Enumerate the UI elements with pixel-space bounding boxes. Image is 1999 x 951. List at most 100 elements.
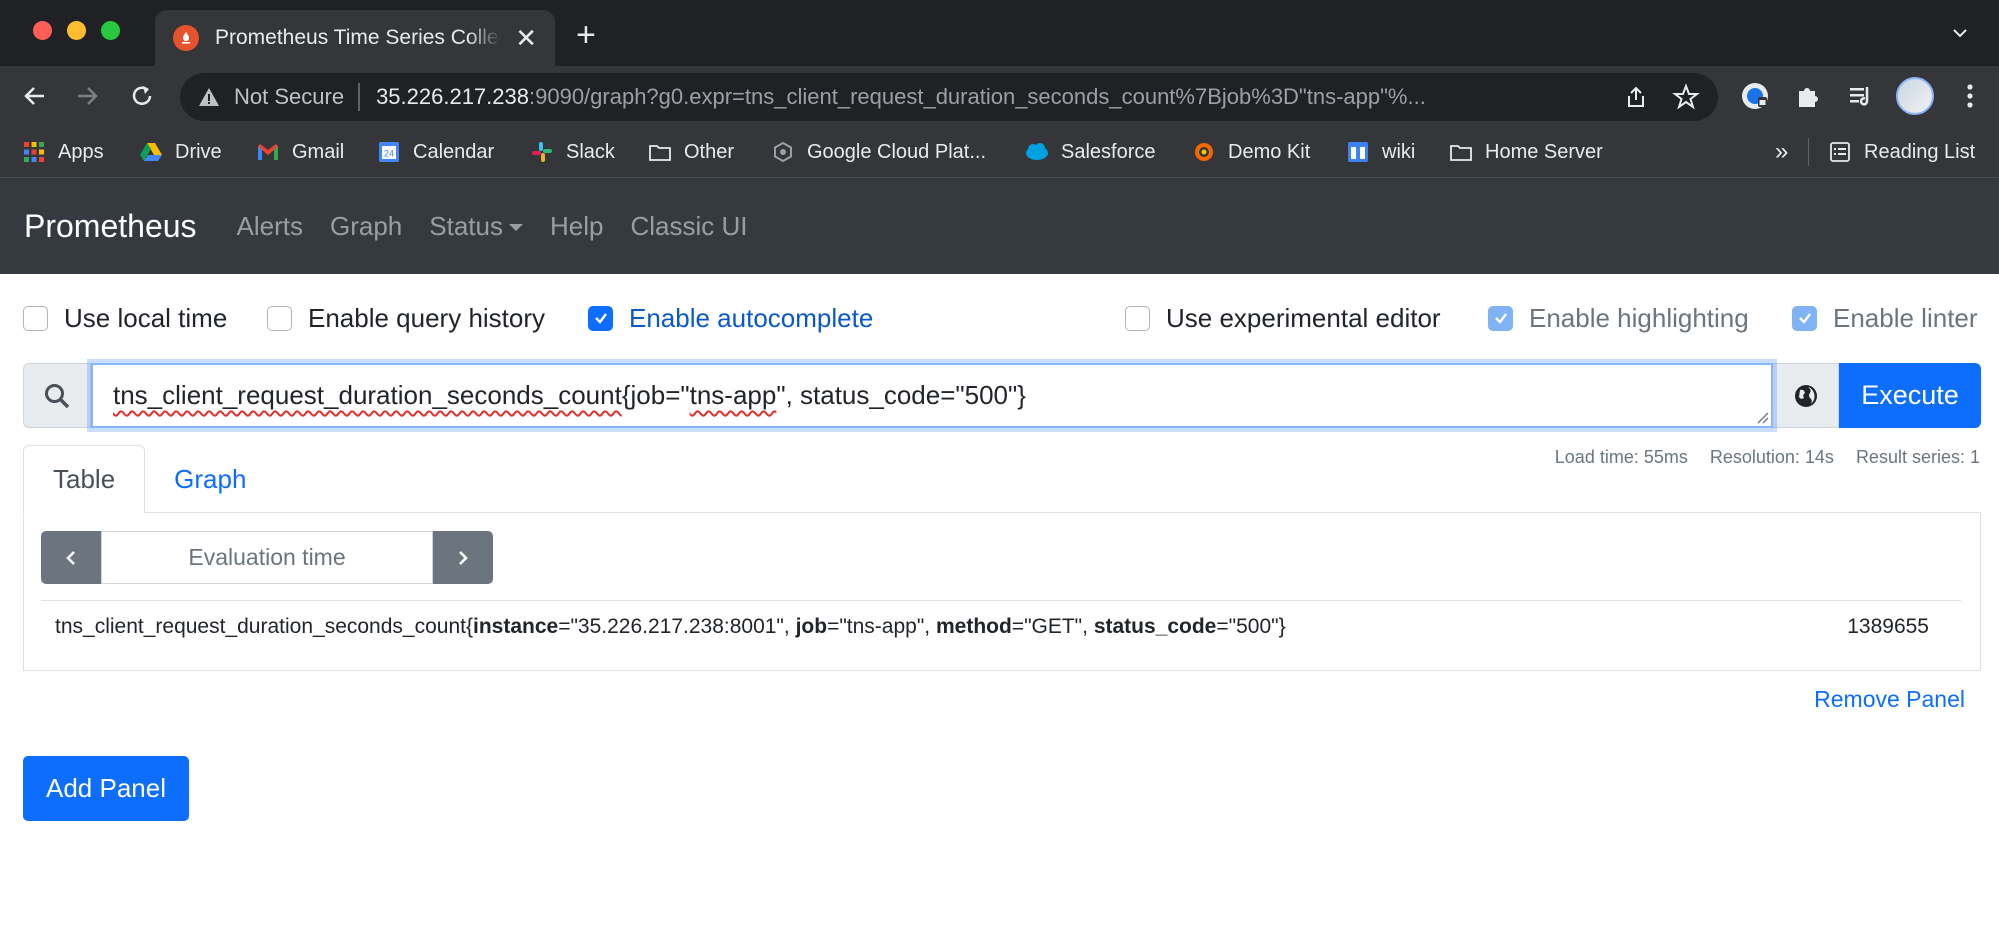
nav-help[interactable]: Help xyxy=(550,211,603,242)
browser-tab[interactable]: Prometheus Time Series Collection and Pr… xyxy=(155,10,555,66)
media-playlist-icon[interactable] xyxy=(1844,79,1878,113)
use-experimental-editor-option[interactable]: Use experimental editor xyxy=(1125,302,1441,334)
share-icon[interactable] xyxy=(1624,85,1648,109)
bookmark-demo-kit[interactable]: Demo Kit xyxy=(1192,126,1310,178)
minimize-window-button[interactable] xyxy=(67,21,86,40)
warning-icon xyxy=(199,88,219,106)
prometheus-navbar: Prometheus Alerts Graph Status Help Clas… xyxy=(0,178,1999,274)
bookmark-label: Other xyxy=(684,140,735,163)
evaluation-time-input[interactable]: Evaluation time xyxy=(101,531,433,584)
remove-panel-link[interactable]: Remove Panel xyxy=(1814,686,1965,713)
label-value: "500" xyxy=(1228,614,1279,638)
bookmark-label: Slack xyxy=(566,140,615,163)
execute-button[interactable]: Execute xyxy=(1839,363,1981,428)
profile-avatar[interactable] xyxy=(1896,77,1934,115)
bookmark-folder-other[interactable]: Other xyxy=(648,126,734,178)
brand-link[interactable]: Prometheus xyxy=(24,208,197,245)
panel-tabs: Table Graph xyxy=(23,445,275,513)
bookmarks-divider xyxy=(1808,138,1809,166)
bookmark-salesforce[interactable]: Salesforce xyxy=(1025,126,1156,178)
tab-title: Prometheus Time Series Collection and Pr… xyxy=(215,26,501,49)
enable-linter-checkbox[interactable] xyxy=(1792,305,1817,331)
nav-status-label: Status xyxy=(429,210,503,241)
expression-bar: tns_client_request_duration_seconds_coun… xyxy=(23,363,1981,428)
reload-icon[interactable] xyxy=(126,80,158,112)
option-label: Use experimental editor xyxy=(1166,302,1441,333)
extension-account-icon[interactable] xyxy=(1738,79,1772,113)
label-value: "tns-app" xyxy=(839,614,925,638)
nav-alerts[interactable]: Alerts xyxy=(237,211,303,242)
reading-list-button[interactable]: Reading List xyxy=(1828,126,1975,178)
label-key: job xyxy=(795,614,828,638)
url-path: :9090/graph?g0.expr=tns_client_request_d… xyxy=(529,84,1426,109)
bookmark-label: Google Cloud Plat... xyxy=(807,140,986,163)
enable-autocomplete-checkbox[interactable] xyxy=(588,305,613,331)
forward-arrow-icon[interactable] xyxy=(71,80,103,112)
next-time-button[interactable] xyxy=(433,531,493,584)
enable-highlighting-checkbox[interactable] xyxy=(1488,305,1513,331)
enable-query-history-checkbox[interactable] xyxy=(267,305,292,331)
calendar-icon: 24 xyxy=(379,142,399,162)
google-cloud-icon xyxy=(774,141,792,163)
browser-tabstrip: Prometheus Time Series Collection and Pr… xyxy=(0,0,1999,66)
series-labels: tns_client_request_duration_seconds_coun… xyxy=(55,614,1286,638)
close-window-button[interactable] xyxy=(33,21,52,40)
previous-time-button[interactable] xyxy=(41,531,101,584)
checkmark-icon xyxy=(594,313,607,324)
expression-input[interactable]: tns_client_request_duration_seconds_coun… xyxy=(91,363,1773,428)
enable-query-history-option[interactable]: Enable query history xyxy=(267,302,545,334)
bookmark-google-cloud[interactable]: Google Cloud Plat... xyxy=(771,126,986,178)
bookmark-label: Gmail xyxy=(292,140,345,163)
reading-list-icon xyxy=(1830,142,1850,162)
use-local-time-option[interactable]: Use local time xyxy=(23,302,227,334)
nav-status-dropdown[interactable]: Status xyxy=(429,211,523,242)
bookmark-drive[interactable]: Drive xyxy=(139,126,222,178)
label-key: method xyxy=(935,614,1012,638)
result-series-count: Result series: 1 xyxy=(1855,447,1980,467)
search-icon xyxy=(23,363,91,428)
bookmark-apps[interactable]: Apps xyxy=(22,126,104,178)
new-tab-button[interactable]: + xyxy=(576,18,596,52)
enable-highlighting-option[interactable]: Enable highlighting xyxy=(1488,302,1749,334)
bookmark-slack[interactable]: Slack xyxy=(530,126,615,178)
address-bar[interactable]: Not Secure 35.226.217.238:9090/graph?g0.… xyxy=(180,73,1718,121)
salesforce-cloud-icon xyxy=(1026,143,1048,160)
nav-graph[interactable]: Graph xyxy=(330,211,402,242)
maximize-window-button[interactable] xyxy=(101,21,120,40)
tab-table[interactable]: Table xyxy=(23,445,146,513)
bookmark-wiki[interactable]: wiki xyxy=(1346,126,1415,178)
folder-icon xyxy=(649,145,671,161)
resize-handle-icon[interactable] xyxy=(1755,410,1769,424)
label-value: "35.226.217.238:8001" xyxy=(570,614,784,638)
tab-close-icon[interactable]: ✕ xyxy=(515,25,537,51)
use-local-time-checkbox[interactable] xyxy=(23,305,48,331)
extensions-puzzle-icon[interactable] xyxy=(1791,79,1825,113)
expression-rest: ", status_code="500"} xyxy=(776,380,1026,410)
bookmarks-bar: Apps Drive Gmail 24 Calendar Slack Other… xyxy=(0,126,1999,178)
tab-graph[interactable]: Graph xyxy=(145,445,275,513)
bookmark-star-icon[interactable] xyxy=(1672,83,1700,111)
nav-classic-ui[interactable]: Classic UI xyxy=(630,211,747,242)
more-menu-icon[interactable] xyxy=(1958,80,1982,112)
back-arrow-icon[interactable] xyxy=(19,80,51,112)
enable-linter-option[interactable]: Enable linter xyxy=(1792,302,1978,334)
reading-list-label: Reading List xyxy=(1864,140,1976,163)
bookmark-calendar[interactable]: 24 Calendar xyxy=(377,126,494,178)
url-host: 35.226.217.238 xyxy=(376,84,529,109)
bookmark-gmail[interactable]: Gmail xyxy=(256,126,344,178)
wiki-icon xyxy=(1348,142,1368,162)
bookmark-label: Demo Kit xyxy=(1228,140,1311,163)
bookmark-folder-home-server[interactable]: Home Server xyxy=(1449,126,1603,178)
bookmarks-overflow-button[interactable]: » xyxy=(1775,138,1788,166)
metrics-explorer-globe-icon[interactable] xyxy=(1773,363,1839,428)
prometheus-favicon-icon xyxy=(173,25,199,51)
label-value: "GET" xyxy=(1024,614,1083,638)
table-row: tns_client_request_duration_seconds_coun… xyxy=(41,600,1961,652)
series-metric-name: tns_client_request_duration_seconds_coun… xyxy=(55,614,466,638)
tab-search-chevron-icon[interactable] xyxy=(1951,24,1969,42)
expression-job-value: tns-app xyxy=(689,380,777,410)
use-experimental-editor-checkbox[interactable] xyxy=(1125,305,1150,331)
add-panel-button[interactable]: Add Panel xyxy=(23,756,189,821)
slack-icon xyxy=(532,142,552,162)
enable-autocomplete-option[interactable]: Enable autocomplete xyxy=(588,302,873,334)
